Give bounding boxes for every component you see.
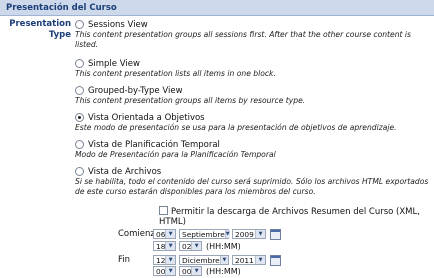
chevron-down-icon: ▼ (165, 256, 175, 264)
option-title: Sessions View (88, 19, 148, 30)
start-day-select[interactable]: 06 ▼ (153, 229, 176, 239)
option-title: Grouped-by-Type View (88, 85, 183, 96)
end-minute-value: 00 (182, 266, 192, 276)
option-description: This content presentation lists all item… (75, 69, 276, 78)
end-year-value: 2011 (235, 255, 254, 265)
start-time-row: 18 ▼ 02 ▼ (HH:MM) (153, 240, 241, 252)
option-description: This content presentation groups all ite… (75, 96, 306, 105)
chevron-down-icon: ▼ (219, 256, 228, 264)
chevron-down-icon: ▼ (191, 267, 201, 275)
option-sessions-view[interactable]: Sessions View This content presentation … (75, 19, 430, 50)
start-hour-select[interactable]: 18 ▼ (153, 241, 176, 251)
radio-simple-view[interactable] (75, 59, 84, 68)
section-title: Presentación del Curso (6, 3, 117, 13)
calendar-icon[interactable] (270, 254, 281, 266)
option-vista-orientada-objetivos[interactable]: Vista Orientada a Objetivos Este modo de… (75, 112, 430, 133)
option-title: Simple View (88, 58, 140, 69)
end-hour-select[interactable]: 00 ▼ (153, 266, 176, 276)
start-month-value: Septiembre (182, 229, 225, 239)
option-grouped-by-type-view[interactable]: Grouped-by-Type View This content presen… (75, 85, 430, 106)
download-summary-checkbox[interactable] (159, 206, 168, 215)
radio-vista-orientada-objetivos[interactable] (75, 113, 84, 122)
start-day-value: 06 (156, 229, 166, 239)
chevron-down-icon: ▼ (255, 230, 265, 238)
option-description: Si se habilita, todo el contenido del cu… (75, 177, 429, 196)
option-simple-view[interactable]: Simple View This content presentation li… (75, 58, 430, 79)
chevron-down-icon: ▼ (165, 242, 175, 250)
radio-vista-de-archivos[interactable] (75, 167, 84, 176)
option-description: Este modo de presentación se usa para la… (75, 123, 397, 132)
end-minute-select[interactable]: 00 ▼ (179, 266, 202, 276)
option-title: Vista de Planificación Temporal (88, 139, 220, 150)
label-line-2: Type (48, 30, 71, 40)
end-day-select[interactable]: 12 ▼ (153, 255, 176, 265)
radio-sessions-view[interactable] (75, 20, 84, 29)
end-month-value: Diciembre (182, 255, 220, 265)
option-description: Modo de Presentación para la Planificaci… (75, 150, 276, 159)
end-month-select[interactable]: Diciembre ▼ (179, 255, 229, 265)
start-year-select[interactable]: 2009 ▼ (232, 229, 266, 239)
calendar-icon[interactable] (270, 228, 281, 240)
chevron-down-icon: ▼ (224, 230, 230, 238)
start-hour-value: 18 (156, 241, 166, 251)
chevron-down-icon: ▼ (165, 230, 175, 238)
start-minute-select[interactable]: 02 ▼ (179, 241, 202, 251)
start-year-value: 2009 (235, 229, 254, 239)
start-date-row: 06 ▼ Septiembre ▼ 2009 ▼ (153, 228, 281, 240)
chevron-down-icon: ▼ (255, 256, 265, 264)
end-time-row: 00 ▼ 00 ▼ (HH:MM) (153, 265, 241, 277)
start-month-select[interactable]: Septiembre ▼ (179, 229, 230, 239)
option-description: This content presentation groups all ses… (75, 30, 411, 49)
chevron-down-icon: ▼ (165, 267, 175, 275)
chevron-down-icon: ▼ (191, 242, 201, 250)
radio-grouped-by-type-view[interactable] (75, 86, 84, 95)
option-vista-planificacion-temporal[interactable]: Vista de Planificación Temporal Modo de … (75, 139, 430, 160)
end-date-label: Fin (118, 255, 131, 265)
label-line-1: Presentation (9, 19, 71, 29)
end-hour-value: 00 (156, 266, 166, 276)
start-minute-value: 02 (182, 241, 192, 251)
end-time-format: (HH:MM) (206, 266, 241, 276)
start-time-format: (HH:MM) (206, 241, 241, 251)
end-day-value: 12 (156, 255, 166, 265)
download-summary-option[interactable]: Permitir la descarga de Archivos Resumen… (159, 206, 429, 227)
option-title: Vista Orientada a Objetivos (88, 112, 205, 123)
radio-vista-planificacion-temporal[interactable] (75, 140, 84, 149)
end-year-select[interactable]: 2011 ▼ (232, 255, 266, 265)
download-summary-label: Permitir la descarga de Archivos Resumen… (159, 207, 420, 227)
section-header: Presentación del Curso (0, 0, 434, 16)
option-vista-de-archivos[interactable]: Vista de Archivos Si se habilita, todo e… (75, 166, 430, 197)
presentation-type-label: Presentation Type (0, 19, 71, 41)
option-title: Vista de Archivos (88, 166, 162, 177)
